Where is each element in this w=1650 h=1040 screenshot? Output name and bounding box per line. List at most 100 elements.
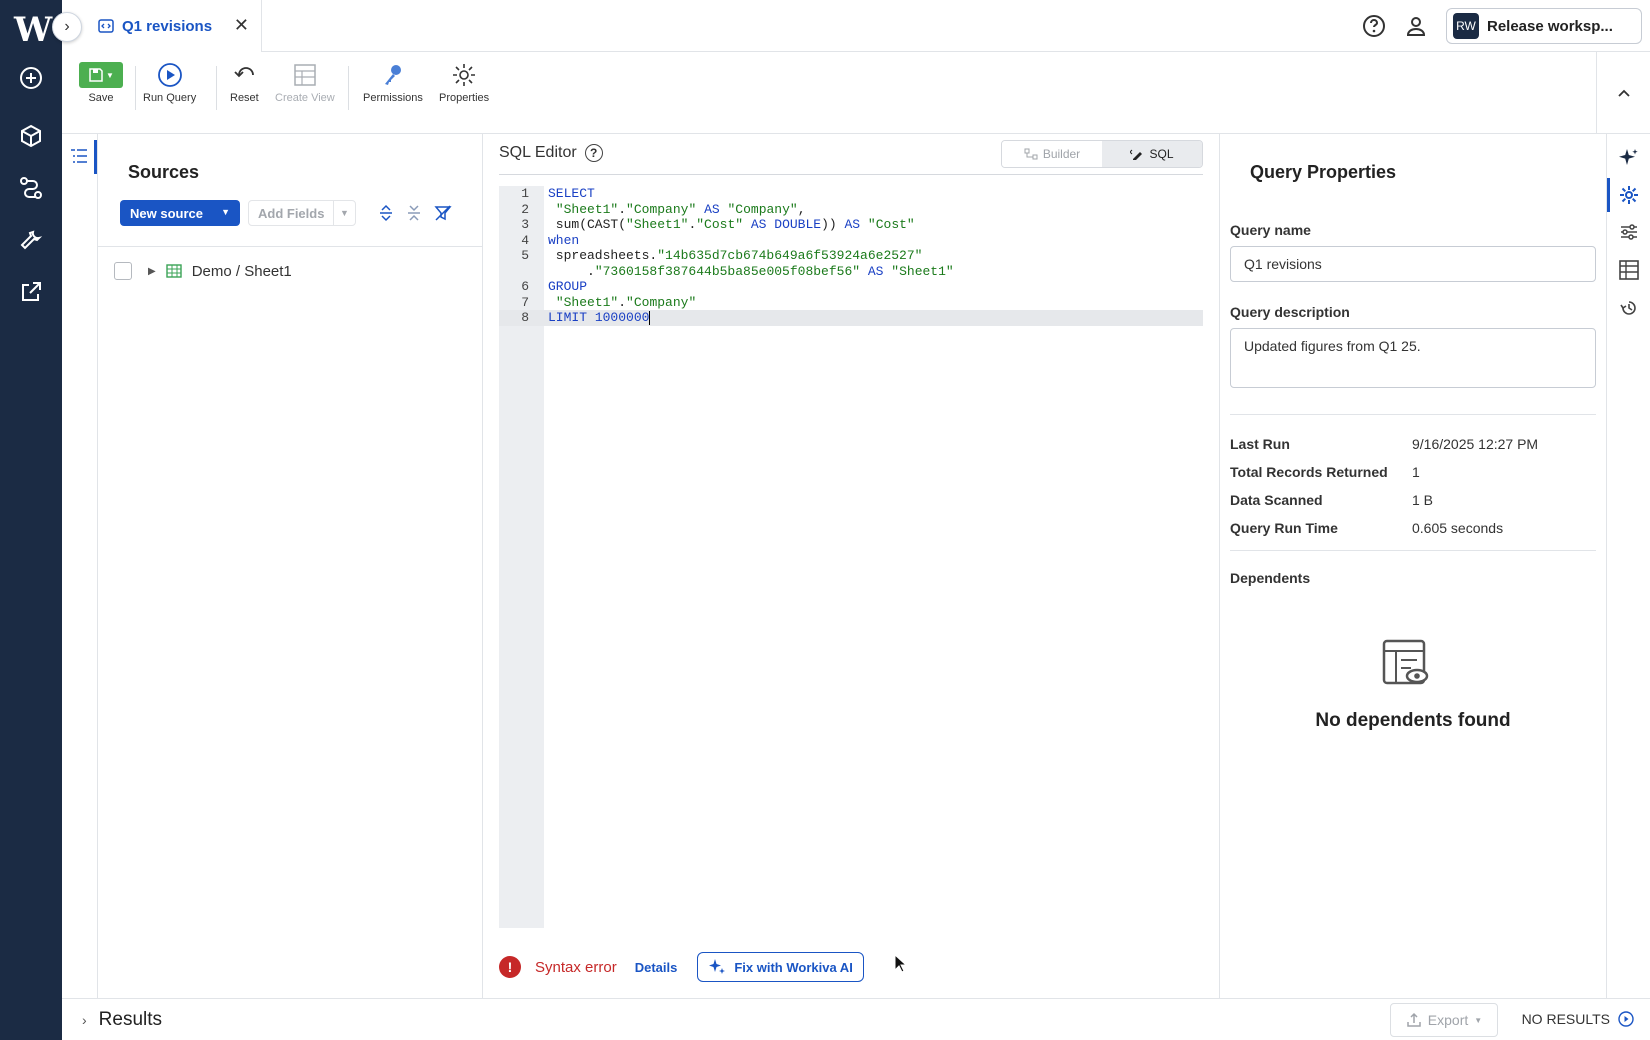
details-link[interactable]: Details [635,960,678,975]
create-view-label: Create View [275,92,335,104]
tree-item-checkbox[interactable] [114,262,132,280]
add-fields-label: Add Fields [258,205,325,221]
clear-filter-icon[interactable] [434,204,452,222]
new-source-button[interactable]: New source ▼ [120,200,240,226]
floppy-icon [89,68,103,82]
empty-dependents-icon [1382,639,1429,685]
help-icon[interactable]: ? [584,144,603,162]
export-icon [1407,1012,1421,1027]
workspace-button[interactable]: RW Release worksp... [1446,8,1642,44]
export-button[interactable]: Export ▼ [1390,1003,1498,1037]
history-icon[interactable] [1617,296,1641,320]
code-icon [98,19,114,33]
left-panel-strip [62,134,98,998]
save-label: Save [88,92,114,104]
tab-builder[interactable]: Builder [1002,141,1102,167]
play-icon [157,63,182,87]
tree-item-label: Demo / Sheet1 [191,262,292,280]
stat-data-scanned: Data Scanned 1 B [1230,492,1434,508]
chevron-down-icon: ▼ [1474,1015,1483,1025]
query-name-label: Query name [1230,222,1311,238]
workflow-icon[interactable] [15,172,47,204]
undo-icon [234,67,255,78]
sliders-icon[interactable] [1617,220,1641,244]
pencil-code-icon [1130,149,1143,160]
sources-panel: Sources New source ▼ Add Fields ▼ ▶ Demo… [98,134,483,998]
sql-code-editor[interactable]: 1 SELECT 2 "Sheet1"."Company" AS "Company… [499,186,1203,928]
fix-with-ai-button[interactable]: Fix with Workiva AI [697,952,864,982]
settings-gear-icon[interactable] [1617,183,1641,207]
sources-title: Sources [128,162,200,182]
tab-query[interactable]: Q1 revisions ✕ [62,0,262,52]
code-line: ."7360158f387644b5ba85e005f08bef56" AS "… [548,263,954,279]
code-line-current: 8 LIMIT 1000000 [499,310,1203,326]
sql-editor-panel: SQL Editor ? Builder SQL 1 SELECT 2 "Shee… [483,134,1220,998]
chevron-right-icon: › [82,1012,87,1028]
right-panel-strip [1606,134,1650,998]
error-icon: ! [499,956,521,978]
outline-icon[interactable] [70,148,88,164]
results-title: Results [98,1009,163,1030]
save-button[interactable]: ▼ Save [79,62,123,104]
workiva-logo[interactable]: W [14,10,52,50]
code-line: 1 SELECT [521,186,595,201]
properties-button[interactable]: Properties [439,62,489,104]
tab-sql[interactable]: SQL [1102,141,1202,167]
tree-item[interactable]: ▶ Demo / Sheet1 [114,262,292,280]
keys-icon [384,65,401,85]
play-circle-icon[interactable] [1618,1011,1634,1027]
mode-toggle: Builder SQL [1001,140,1203,168]
results-bar: › Results Export ▼ NO RESULTS [62,998,1650,1040]
cube-icon[interactable] [15,120,47,152]
table-view-icon [294,64,316,86]
query-properties-panel: Query Properties Query name Q1 revisions… [1220,134,1606,998]
collapse-toolbar-button[interactable] [1596,52,1650,134]
close-icon[interactable]: ✕ [234,15,249,36]
create-view-button[interactable]: Create View [275,62,335,104]
run-query-button[interactable]: Run Query [143,62,196,104]
ai-sparkle-icon[interactable] [1617,146,1641,170]
help-icon[interactable] [1362,14,1386,38]
permissions-button[interactable]: Permissions [363,62,423,104]
caret-right-icon[interactable]: ▶ [148,266,156,277]
sheet-icon [166,264,182,278]
external-link-icon[interactable] [15,276,47,308]
editor-title: SQL Editor [499,144,577,161]
add-fields-button[interactable]: Add Fields ▼ [248,200,356,226]
chevron-down-icon: ▼ [106,70,114,80]
error-bar: ! Syntax error Details Fix with Workiva … [499,952,864,982]
permissions-label: Permissions [363,92,423,104]
workspace-label: Release worksp... [1487,17,1613,35]
query-name-input[interactable]: Q1 revisions [1230,246,1596,282]
query-description-label: Query description [1230,304,1350,320]
query-description-input[interactable]: Updated figures from Q1 25. [1230,328,1596,388]
table-columns-icon[interactable] [1617,258,1641,282]
stat-total-records: Total Records Returned 1 [1230,464,1420,480]
collapse-all-icon[interactable] [406,204,422,222]
create-icon[interactable] [15,62,47,94]
builder-icon [1024,148,1038,160]
expand-all-icon[interactable] [378,204,394,222]
top-bar: Q1 revisions ✕ RW Release worksp... [62,0,1650,52]
workspace-avatar: RW [1453,13,1479,39]
code-line: 2 "Sheet1"."Company" AS "Company", [521,201,806,217]
reset-button[interactable]: Reset [230,62,259,104]
code-line: 3 sum(CAST("Sheet1"."Cost" AS DOUBLE)) A… [521,217,915,232]
toolbar: ▼ Save Run Query Reset Create View Permi… [62,52,1650,134]
results-status: NO RESULTS [1522,1011,1634,1027]
builder-label: Builder [1042,147,1081,161]
run-query-label: Run Query [143,92,197,104]
new-source-label: New source [130,205,203,221]
chevron-down-icon: ▼ [333,201,355,225]
properties-label: Properties [439,92,490,104]
properties-title: Query Properties [1250,162,1397,182]
results-status-label: NO RESULTS [1521,1011,1610,1027]
stat-run-time: Query Run Time 0.605 seconds [1230,520,1504,536]
export-label: Export [1427,1012,1469,1028]
wrench-icon[interactable] [15,224,47,256]
error-message: Syntax error [535,958,617,976]
expand-rail-button[interactable]: › [52,12,82,42]
user-icon[interactable] [1404,14,1428,38]
results-toggle[interactable]: › Results [82,1009,162,1031]
code-line: 4 when [521,232,580,248]
